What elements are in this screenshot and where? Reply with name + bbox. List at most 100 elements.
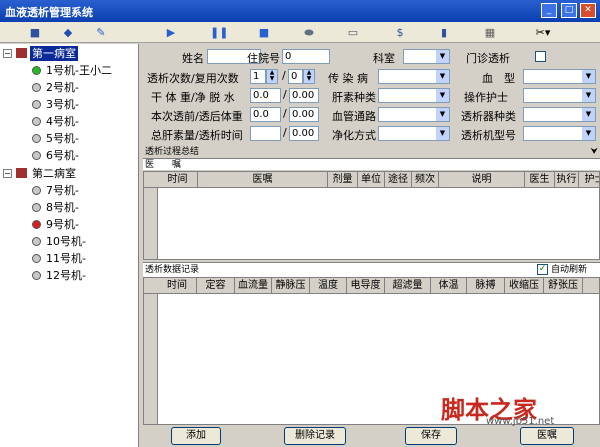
orders-button[interactable]: 医嘱 — [520, 427, 574, 445]
tree-machine-item[interactable]: 3号机- — [32, 97, 81, 112]
column-header[interactable]: 护士 — [579, 172, 600, 188]
column-header[interactable]: 脉搏 — [467, 278, 505, 294]
tree-machine-item[interactable]: 12号机- — [32, 268, 88, 283]
column-header[interactable]: 舒张压 — [544, 278, 583, 294]
post-weight-field[interactable]: 0.00 — [289, 107, 319, 122]
column-header[interactable]: 剂量 — [328, 172, 358, 188]
report-icon[interactable]: $ — [392, 25, 408, 40]
edit-icon[interactable]: ✎ — [93, 25, 109, 40]
watermark-url: www.jb51.net — [486, 416, 555, 427]
access-select[interactable]: ▼ — [378, 107, 450, 122]
heparin-total-field[interactable] — [250, 126, 281, 141]
column-header[interactable]: 电导度 — [347, 278, 385, 294]
hosp-field[interactable]: 0 — [282, 49, 330, 64]
column-header[interactable]: 执行 — [555, 172, 579, 188]
minimize-button[interactable]: _ — [541, 3, 557, 18]
machine-status-icon — [32, 151, 41, 160]
title-bar: 血液透析管理系统 _ □ ✕ — [0, 0, 600, 22]
method-select[interactable]: ▼ — [378, 126, 450, 141]
machine-status-icon — [32, 83, 41, 92]
tree-machine-label: 3号机- — [46, 98, 79, 111]
dry-weight-field[interactable]: 0.0 — [250, 88, 281, 103]
ward-tree: − 第一病室 − 第二病室 1号机-王小二 2号机- 3号机- 4号机- 5号机- 6号机… — [0, 44, 139, 447]
dialysis-count-spinner[interactable]: ▲ ▼ — [266, 69, 278, 84]
column-header[interactable]: 静脉压 — [272, 278, 310, 294]
calendar-icon[interactable]: ▦ — [482, 25, 498, 40]
column-header[interactable]: 途径 — [385, 172, 412, 188]
ward1-collapse-icon[interactable]: − — [3, 49, 12, 58]
play-icon[interactable]: ▶ — [163, 25, 179, 40]
save-button[interactable]: 保存 — [405, 427, 457, 445]
column-header[interactable]: 时间 — [158, 172, 198, 188]
eraser-icon[interactable]: ⬬ — [301, 25, 317, 40]
tree-machine-item[interactable]: 9号机- — [32, 217, 81, 232]
tree-machine-item[interactable]: 6号机- — [32, 148, 81, 163]
patients-icon[interactable]: ■ — [27, 25, 43, 40]
machine-status-icon — [32, 237, 41, 246]
machine-status-icon — [32, 117, 41, 126]
stop-icon[interactable]: ■ — [256, 25, 272, 40]
outpatient-checkbox[interactable] — [535, 51, 546, 62]
patient-form: 姓名 住院号 0 科室 ▼ 门诊透析 透析次数/复用次数 1 ▲ ▼ / 0 ▲ ▼… — [143, 44, 600, 146]
ward2-collapse-icon[interactable]: − — [3, 169, 12, 178]
dialyzer-type-select[interactable]: ▼ — [523, 107, 596, 122]
column-header[interactable]: 超滤量 — [385, 278, 431, 294]
tree-machine-label: 7号机- — [46, 184, 79, 197]
tree-machine-item[interactable]: 10号机- — [32, 234, 88, 249]
blood-select[interactable]: ▼ — [523, 69, 596, 84]
dialysis-count-field[interactable]: 1 — [250, 69, 266, 84]
column-header[interactable]: 定容 — [197, 278, 235, 294]
column-header[interactable]: 医生 — [525, 172, 555, 188]
toolbar: ■ ◆ ✎ ▶ ❚❚ ■ ⬬ ▭ $ ▮ ▦ ✂▾ — [0, 22, 600, 43]
tree-machine-item[interactable]: 5号机- — [32, 131, 81, 146]
tree-machine-item[interactable]: 1号机-王小二 — [32, 63, 114, 78]
tools-icon[interactable]: ✂▾ — [530, 25, 556, 40]
print-icon[interactable]: ▭ — [345, 25, 361, 40]
dept-select[interactable]: ▼ — [403, 49, 450, 64]
collapse-icon[interactable]: ⮟ — [590, 146, 598, 158]
tree-machine-label: 10号机- — [46, 235, 86, 248]
column-header[interactable]: 血流量 — [235, 278, 272, 294]
column-header[interactable]: 医嘱 — [198, 172, 328, 188]
pause-icon[interactable]: ❚❚ — [210, 25, 228, 40]
add-button[interactable]: 添加 — [171, 427, 221, 445]
tree-machine-label: 2号机- — [46, 81, 79, 94]
reuse-count-spinner[interactable]: ▲ ▼ — [303, 69, 315, 84]
dehydration-field[interactable]: 0.00 — [289, 88, 319, 103]
name-label: 姓名 — [182, 52, 204, 65]
tree-machine-item[interactable]: 4号机- — [32, 114, 81, 129]
nurse-label: 操作护士 — [464, 91, 508, 104]
column-header[interactable]: 温度 — [310, 278, 347, 294]
tree-machine-item[interactable]: 8号机- — [32, 200, 81, 215]
maximize-button[interactable]: □ — [561, 3, 577, 18]
column-header[interactable]: 时间 — [158, 278, 197, 294]
nurse-select[interactable]: ▼ — [523, 88, 596, 103]
tree-machine-label: 11号机- — [46, 252, 86, 265]
column-header[interactable]: 频次 — [412, 172, 439, 188]
tree-machine-item[interactable]: 2号机- — [32, 80, 81, 95]
tree-ward-2[interactable]: 第二病室 — [16, 166, 78, 181]
delete-record-button[interactable]: 删除记录 — [284, 427, 346, 445]
tree-machine-item[interactable]: 7号机- — [32, 183, 81, 198]
auto-refresh-label: 自动刷新 — [551, 265, 588, 275]
column-header[interactable]: 收缩压 — [505, 278, 544, 294]
process-section-header: 透析过程总结 ⮟ — [143, 146, 600, 158]
heparin-select[interactable]: ▼ — [378, 88, 450, 103]
tree-machine-item[interactable]: 11号机- — [32, 251, 88, 266]
auto-refresh-checkbox[interactable]: ✓ — [537, 264, 548, 275]
tree-ward-1[interactable]: 第一病室 — [16, 46, 78, 61]
settings-icon[interactable]: ◆ — [60, 25, 76, 40]
pre-weight-field[interactable]: 0.0 — [250, 107, 281, 122]
outpatient-label: 门诊透析 — [466, 52, 510, 65]
close-button[interactable]: ✕ — [580, 3, 596, 18]
infectious-select[interactable]: ▼ — [378, 69, 450, 84]
column-header[interactable]: 单位 — [358, 172, 385, 188]
column-header[interactable]: 说明 — [439, 172, 525, 188]
dialysis-time-field[interactable]: 0.00 — [289, 126, 319, 141]
save-icon[interactable]: ▮ — [436, 25, 452, 40]
column-header[interactable]: 体温 — [431, 278, 467, 294]
dept-label: 科室 — [373, 52, 395, 65]
reuse-count-field[interactable]: 0 — [288, 69, 303, 84]
machine-model-select[interactable]: ▼ — [523, 126, 596, 141]
machine-status-icon — [32, 66, 41, 75]
